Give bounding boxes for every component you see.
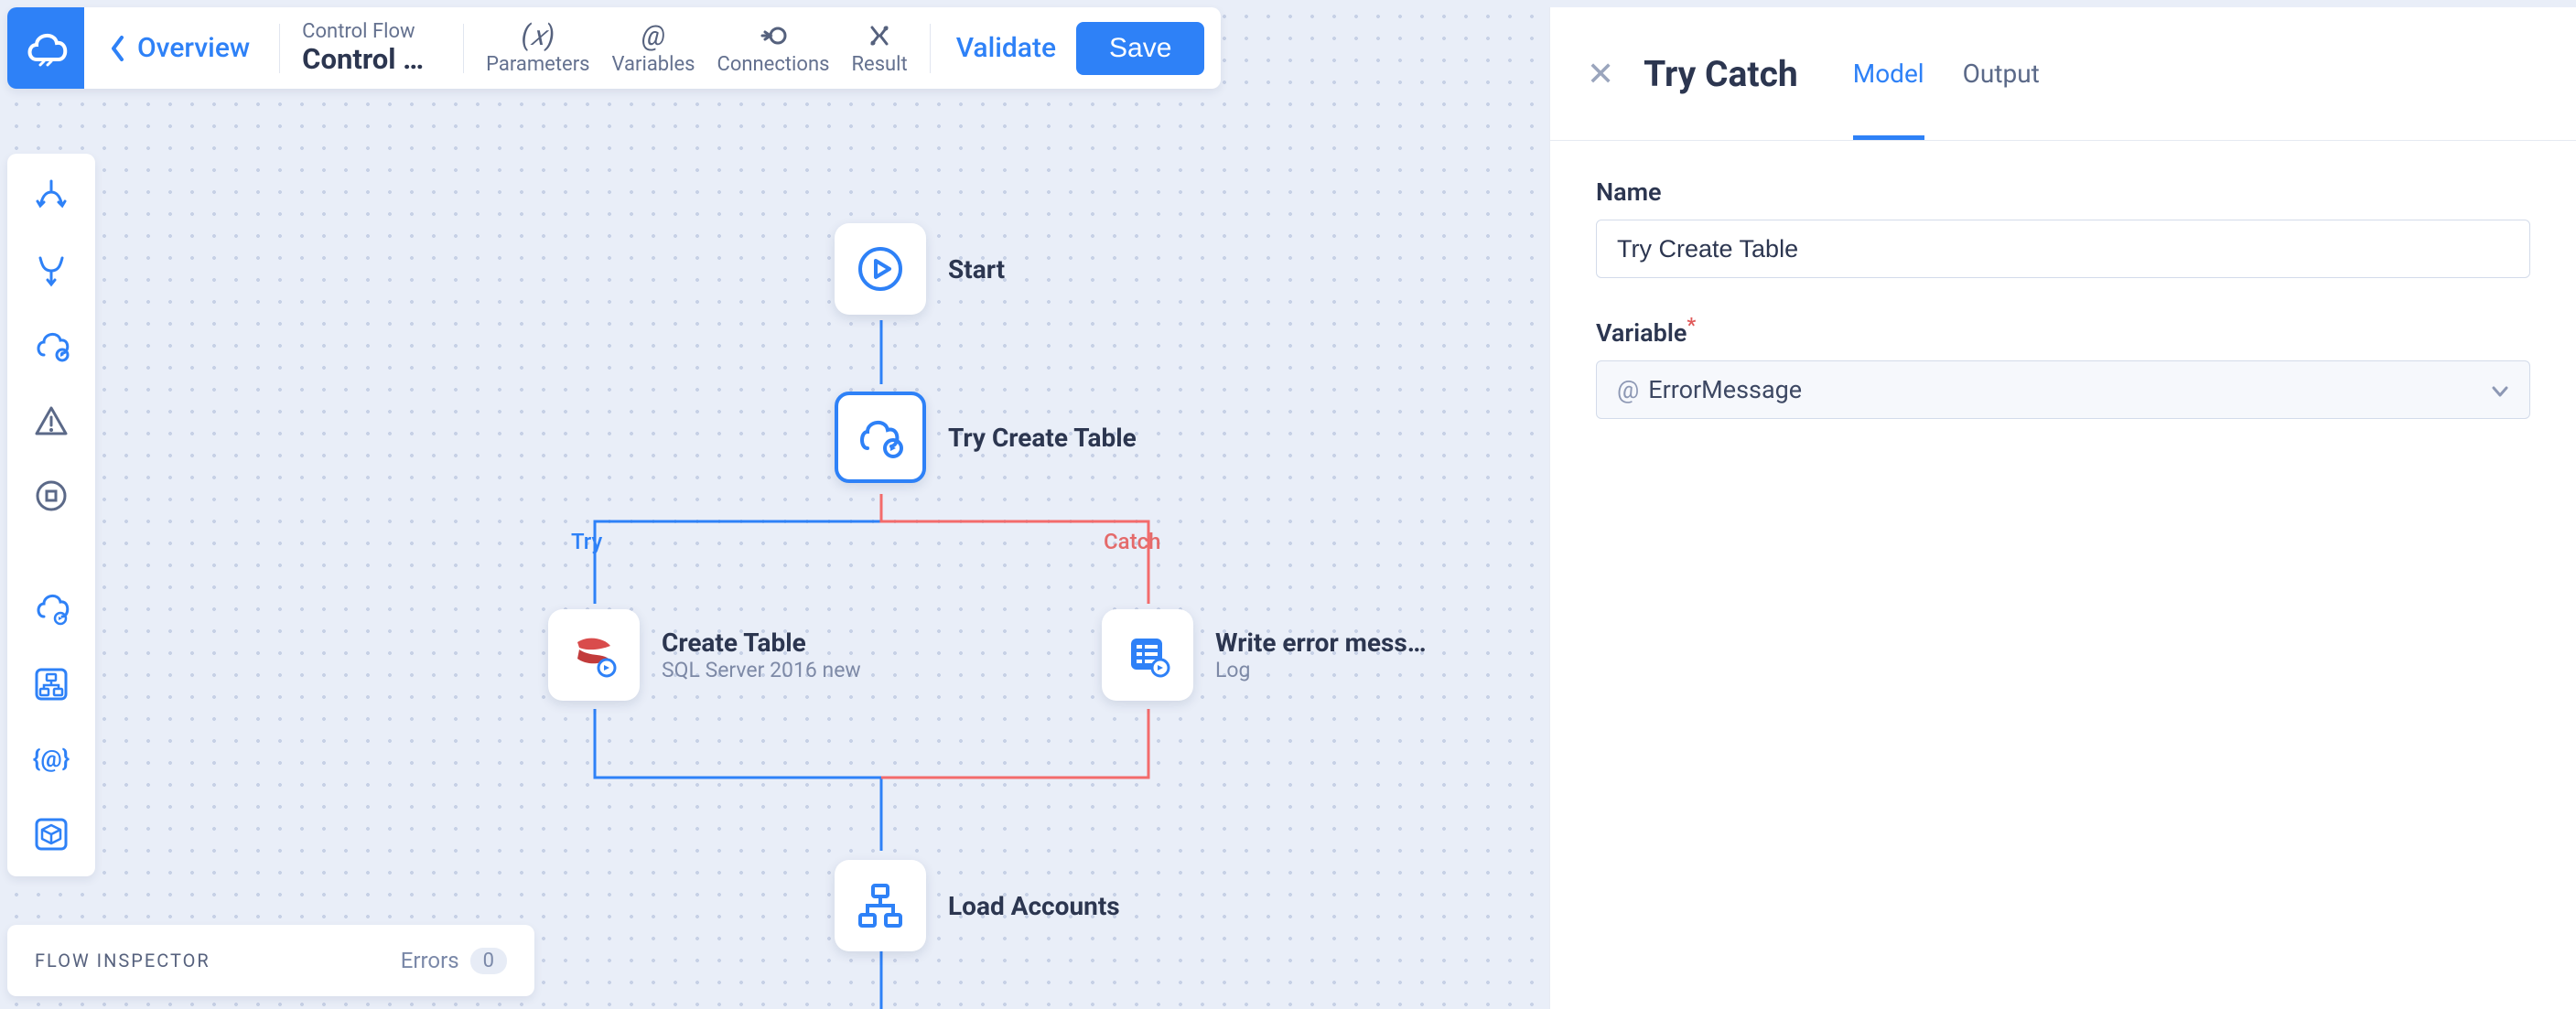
toolbar-buttons: (𝑥) Parameters @ Variables Connections R… <box>464 20 930 76</box>
palette-trycatch-icon[interactable] <box>29 324 73 368</box>
branch-label-catch: Catch <box>1104 529 1160 554</box>
validate-button[interactable]: Validate <box>956 32 1056 64</box>
tab-output[interactable]: Output <box>1963 7 2040 140</box>
variable-value: ErrorMessage <box>1648 375 1802 404</box>
node-start[interactable]: Start <box>835 223 1005 315</box>
cloud-icon <box>24 30 68 67</box>
palette-split-icon[interactable] <box>29 174 73 218</box>
variable-label-text: Variable <box>1596 318 1687 348</box>
branch-label-try: Try <box>571 529 602 554</box>
node-create-table-subtitle: SQL Server 2016 new <box>662 658 861 682</box>
variables-button[interactable]: @ Variables <box>612 20 695 76</box>
palette-variable-icon[interactable]: {@} <box>29 737 73 781</box>
tab-model-label: Model <box>1853 59 1924 89</box>
overview-label: Overview <box>137 32 250 64</box>
required-star: * <box>1687 315 1696 338</box>
node-create-table[interactable]: Create Table SQL Server 2016 new <box>548 609 861 701</box>
palette-package-icon[interactable] <box>29 812 73 856</box>
tab-model[interactable]: Model <box>1853 7 1924 140</box>
panel-body: Name Variable* @ ErrorMessage <box>1550 141 2576 492</box>
node-load-accounts[interactable]: Load Accounts <box>835 860 1120 951</box>
create-table-tile[interactable] <box>548 609 640 701</box>
breadcrumb-main: Control Flo… <box>302 44 437 75</box>
variables-label: Variables <box>612 53 695 76</box>
log-icon <box>1122 629 1173 681</box>
app-logo-button[interactable] <box>7 7 84 89</box>
errors-label: Errors <box>401 948 459 973</box>
properties-panel: ✕ Try Catch Model Output Name Variable* … <box>1549 7 2576 1009</box>
node-try-create-table[interactable]: Try Create Table <box>835 392 1137 483</box>
write-error-tile[interactable] <box>1102 609 1193 701</box>
result-label: Result <box>851 53 907 76</box>
palette-dataflow-icon[interactable] <box>29 662 73 706</box>
breadcrumb[interactable]: Control Flow Control Flo… <box>280 21 463 74</box>
palette-merge-icon[interactable] <box>29 249 73 293</box>
node-create-table-title: Create Table <box>662 628 861 658</box>
name-input[interactable] <box>1596 220 2530 278</box>
result-icon <box>866 20 893 51</box>
panel-header: ✕ Try Catch Model Output <box>1550 7 2576 141</box>
chevron-down-icon <box>2491 375 2509 404</box>
node-start-title: Start <box>948 254 1005 284</box>
result-button[interactable]: Result <box>851 20 907 76</box>
sqlserver-icon <box>568 629 620 681</box>
panel-tabs: Model Output <box>1853 7 2040 140</box>
svg-text:{@}: {@} <box>33 746 70 773</box>
overview-link[interactable]: Overview <box>84 32 279 64</box>
variable-select[interactable]: @ ErrorMessage <box>1596 360 2530 419</box>
connections-icon <box>760 20 787 51</box>
tab-output-label: Output <box>1963 59 2040 89</box>
topbar: Overview Control Flow Control Flo… (𝑥) P… <box>7 7 1221 89</box>
connections-label: Connections <box>717 53 830 76</box>
try-create-tile[interactable] <box>835 392 926 483</box>
errors-count-badge: 0 <box>470 948 507 974</box>
chevron-left-icon <box>110 35 126 62</box>
at-icon: @ <box>1617 375 1639 404</box>
palette-stop-icon[interactable] <box>29 474 73 518</box>
start-tile[interactable] <box>835 223 926 315</box>
close-icon[interactable]: ✕ <box>1587 55 1644 93</box>
node-try-create-title: Try Create Table <box>948 423 1137 453</box>
palette-warning-icon[interactable] <box>29 399 73 443</box>
load-accounts-tile[interactable] <box>835 860 926 951</box>
variable-field-label: Variable* <box>1596 315 2530 348</box>
flow-inspector-label: FLOW INSPECTOR <box>35 950 210 971</box>
save-button[interactable]: Save <box>1076 22 1204 75</box>
breadcrumb-sup: Control Flow <box>302 21 437 43</box>
node-write-error-subtitle: Log <box>1215 658 1427 682</box>
parameters-icon: (𝑥) <box>521 20 555 51</box>
node-write-error-title: Write error mess… <box>1215 628 1427 658</box>
panel-title: Try Catch <box>1644 53 1853 95</box>
dataflow-icon <box>855 880 906 931</box>
parameters-button[interactable]: (𝑥) Parameters <box>486 20 589 76</box>
tool-palette: {@} <box>7 154 95 876</box>
errors-indicator[interactable]: Errors 0 <box>401 948 507 974</box>
name-field-label: Name <box>1596 177 2530 207</box>
palette-cloud-run-icon[interactable] <box>29 587 73 631</box>
node-write-error[interactable]: Write error mess… Log <box>1102 609 1427 701</box>
connections-button[interactable]: Connections <box>717 20 830 76</box>
flow-inspector-bar[interactable]: FLOW INSPECTOR Errors 0 <box>7 925 534 996</box>
variables-icon: @ <box>641 20 665 51</box>
play-icon <box>857 245 904 293</box>
node-load-accounts-title: Load Accounts <box>948 891 1120 921</box>
trycatch-icon <box>855 412 906 463</box>
parameters-label: Parameters <box>486 53 589 76</box>
